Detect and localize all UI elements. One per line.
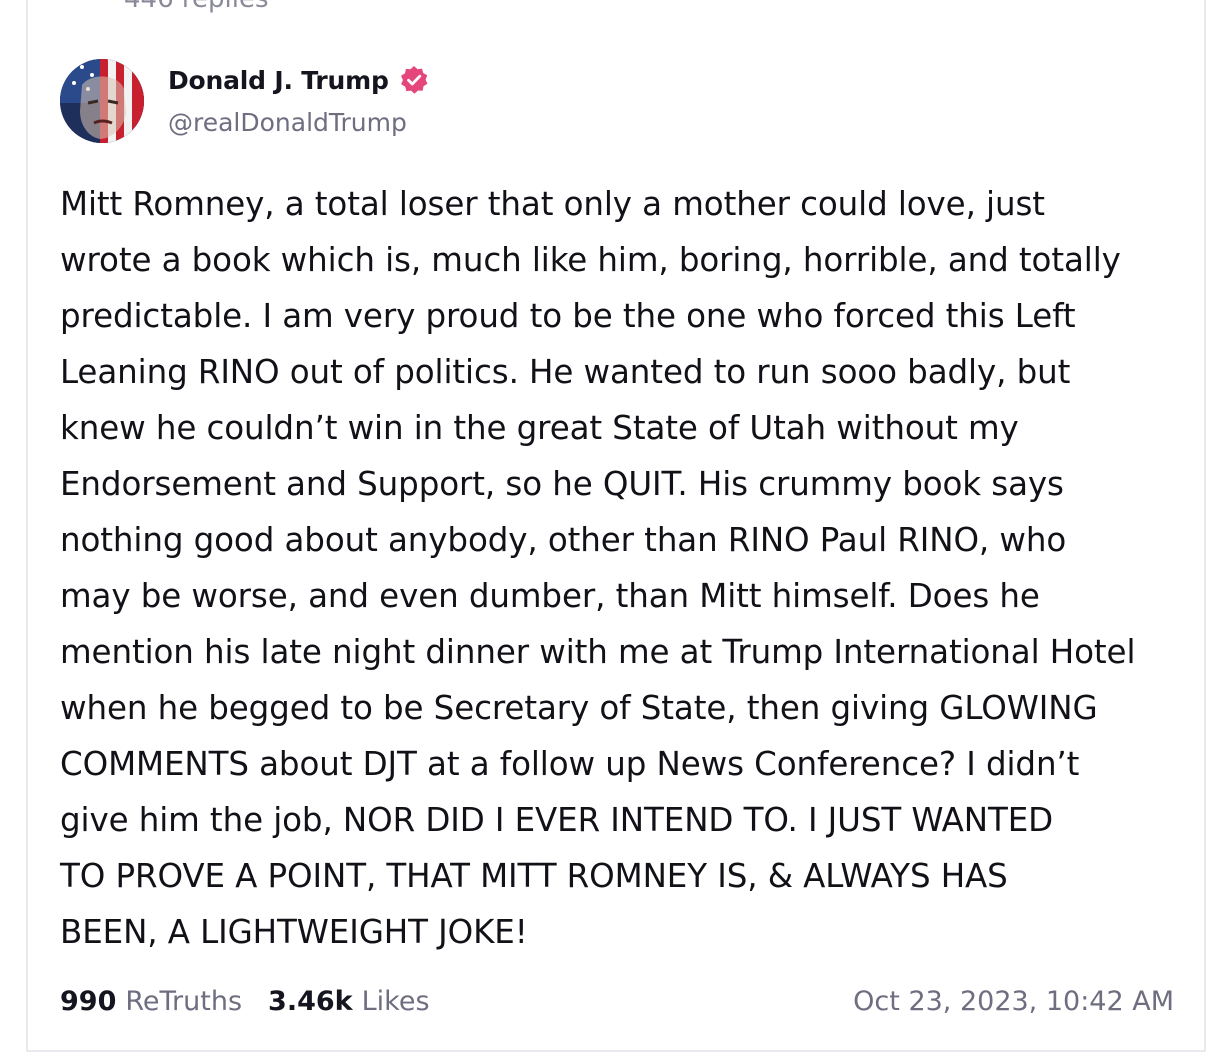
avatar-image bbox=[60, 59, 144, 143]
post-body-line: predictable. I am very proud to be the o… bbox=[60, 297, 1076, 335]
post-body-line: may be worse, and even dumber, than Mitt… bbox=[60, 577, 1040, 615]
avatar[interactable] bbox=[60, 59, 144, 143]
post-body-line: knew he couldn’t win in the great State … bbox=[60, 409, 1019, 447]
post-body-line: Endorsement and Support, so he QUIT. His… bbox=[60, 465, 1064, 503]
engagement-stats: 990 ReTruths 3.46k Likes bbox=[60, 986, 430, 1017]
page: 446 replies Donald J. Trump bbox=[0, 0, 1224, 1060]
post-body-line: COMMENTS about DJT at a follow up News C… bbox=[60, 745, 1080, 783]
author-handle[interactable]: @realDonaldTrump bbox=[168, 108, 407, 137]
likes-stat[interactable]: 3.46k Likes bbox=[268, 986, 429, 1017]
likes-label: Likes bbox=[361, 986, 430, 1017]
post-body-line: TO PROVE A POINT, THAT MITT ROMNEY IS, &… bbox=[60, 857, 1008, 895]
replies-count[interactable]: 446 replies bbox=[124, 0, 269, 12]
post-body-line: mention his late night dinner with me at… bbox=[60, 633, 1136, 671]
post-body-line: BEEN, A LIGHTWEIGHT JOKE! bbox=[60, 913, 528, 951]
post-body: Mitt Romney, a total loser that only a m… bbox=[60, 176, 1190, 960]
post-timestamp[interactable]: Oct 23, 2023, 10:42 AM bbox=[853, 986, 1174, 1017]
post-body-line: nothing good about anybody, other than R… bbox=[60, 521, 1067, 559]
post-body-line: when he begged to be Secretary of State,… bbox=[60, 689, 1098, 727]
post-body-line: Mitt Romney, a total loser that only a m… bbox=[60, 185, 1045, 223]
retruths-count: 990 bbox=[60, 986, 117, 1017]
verified-badge-icon bbox=[399, 65, 429, 95]
post-body-line: Leaning RINO out of politics. He wanted … bbox=[60, 353, 1071, 391]
retruths-label: ReTruths bbox=[125, 986, 243, 1017]
post-body-line: give him the job, NOR DID I EVER INTEND … bbox=[60, 801, 1054, 839]
likes-count: 3.46k bbox=[268, 986, 353, 1017]
author-row: Donald J. Trump bbox=[168, 62, 429, 98]
retruths-stat[interactable]: 990 ReTruths bbox=[60, 986, 242, 1017]
author-name[interactable]: Donald J. Trump bbox=[168, 66, 389, 95]
post-body-line: wrote a book which is, much like him, bo… bbox=[60, 241, 1121, 279]
